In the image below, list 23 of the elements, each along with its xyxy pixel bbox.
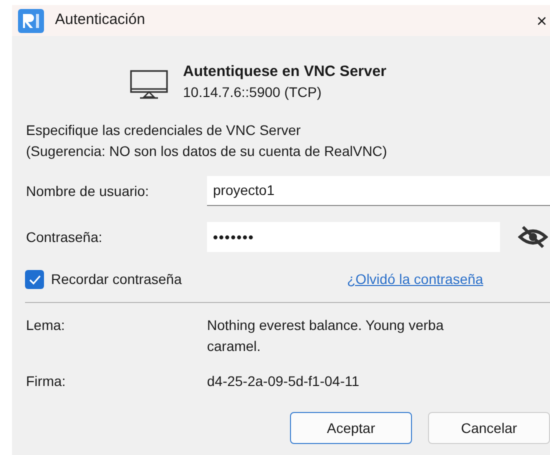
remember-checkbox[interactable] [25,270,44,289]
header-title: Autentiquese en VNC Server [183,62,386,82]
forgot-password-link[interactable]: ¿Olvidó la contraseña [347,269,484,290]
monitor-icon [130,70,168,100]
app-logo-icon [18,8,44,32]
detail-value: Nothing everest balance. Young verba caramel. [207,316,444,356]
detail-value: d4-25-2a-09-5d-f1-04-11 [207,372,360,391]
username-field[interactable]: proyecto1 [207,176,550,206]
close-button[interactable]: × [536,12,547,30]
instruction-text: (Sugerencia: NO son los datos de su cuenta de RealVNC) [26,142,388,161]
detail-label: Lema: [26,316,66,335]
server-address: 10.14.7.6::5900 (TCP) [183,83,323,102]
password-field[interactable]: ••••••• [207,222,500,252]
remember-label: Recordar contraseña [51,270,183,289]
detail-label: Firma: [26,372,67,391]
dialog-button[interactable]: Cancelar [428,412,550,444]
window-title: Autenticación [55,10,146,30]
dialog-button[interactable]: Aceptar [290,412,412,444]
check-icon [28,274,40,284]
instruction-text: Especifique las credenciales de VNC Server [26,121,302,140]
eye-slash-icon[interactable] [518,225,548,249]
password-label: Contraseña: [26,228,104,246]
username-label: Nombre de usuario: [26,182,150,200]
